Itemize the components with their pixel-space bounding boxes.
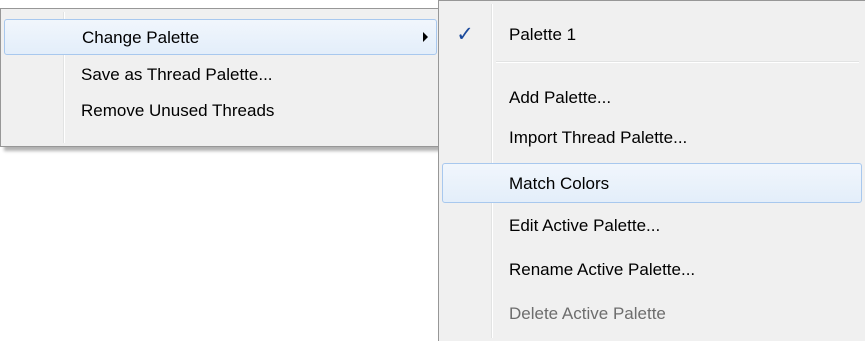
menu-item-label: Save as Thread Palette...: [81, 64, 273, 84]
submenu-item-edit-active-palette[interactable]: Edit Active Palette...: [442, 207, 862, 243]
submenu-item-label: Add Palette...: [509, 87, 612, 107]
submenu-separator: [496, 61, 859, 63]
submenu-item-label: Edit Active Palette...: [509, 215, 661, 235]
menu-item-remove-unused-threads[interactable]: Remove Unused Threads: [4, 94, 437, 126]
submenu-item-label: Import Thread Palette...: [509, 127, 688, 147]
submenu-item-match-colors[interactable]: Match Colors: [442, 163, 862, 203]
palette-submenu: ✓ Palette 1 Add Palette... Import Thread…: [438, 0, 865, 341]
menu-item-label: Change Palette: [82, 27, 200, 47]
submenu-item-delete-active-palette[interactable]: Delete Active Palette: [442, 295, 862, 331]
submenu-item-import-thread-palette[interactable]: Import Thread Palette...: [442, 119, 862, 155]
submenu-item-label: Match Colors: [509, 173, 610, 193]
submenu-item-rename-active-palette[interactable]: Rename Active Palette...: [442, 251, 862, 287]
context-menu: Change Palette Save as Thread Palette...…: [0, 8, 441, 147]
submenu-arrow-icon: [423, 32, 428, 42]
submenu-item-add-palette[interactable]: Add Palette...: [442, 79, 862, 115]
submenu-item-label: Palette 1: [509, 24, 577, 44]
menu-item-save-as-thread-palette[interactable]: Save as Thread Palette...: [4, 58, 437, 90]
submenu-item-palette-1[interactable]: ✓ Palette 1: [442, 16, 862, 52]
menu-item-label: Remove Unused Threads: [81, 100, 275, 120]
submenu-item-label: Rename Active Palette...: [509, 259, 696, 279]
submenu-item-label: Delete Active Palette: [509, 303, 666, 323]
checkmark-icon: ✓: [456, 22, 474, 46]
menu-item-change-palette[interactable]: Change Palette: [4, 19, 437, 55]
